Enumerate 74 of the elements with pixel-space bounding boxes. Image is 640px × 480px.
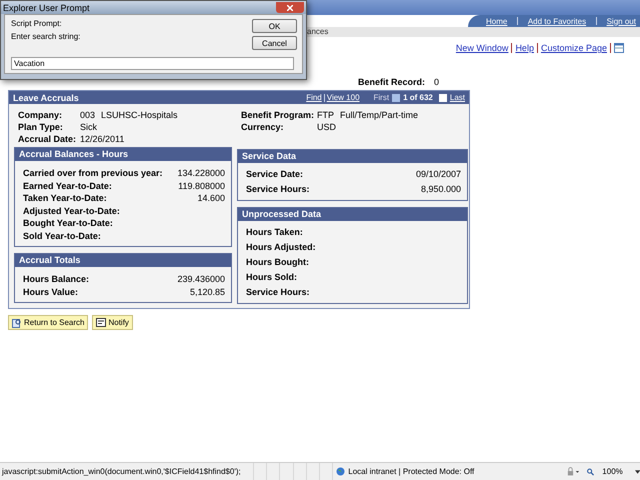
field-value: Sick <box>80 122 98 132</box>
find-link[interactable]: Find <box>306 93 322 102</box>
row-value: 119.808000 <box>178 180 225 191</box>
field-value: 003 <box>80 110 96 120</box>
row-label: Service Date: <box>246 168 304 178</box>
prompt-message: Enter search string: <box>11 32 82 43</box>
close-icon <box>287 4 293 10</box>
search-icon <box>12 318 22 328</box>
status-url: javascript:submitAction_win0(document.win0,'$ICField41$hfind$0'); <box>0 467 242 476</box>
field-value: USD <box>317 122 336 132</box>
grid-icon[interactable] <box>614 43 624 53</box>
row-value: 8,950.000 <box>420 184 461 194</box>
lock-icon[interactable] <box>567 467 580 476</box>
row-value: 134.228000 <box>177 168 225 178</box>
field-value: 0 <box>434 77 440 87</box>
action-button[interactable]: Notify <box>92 315 133 330</box>
row-label: Hours Balance: <box>23 274 90 284</box>
row-value: 5,120.85 <box>190 286 225 297</box>
zone-status: Local intranet | Protected Mode: Off <box>348 467 474 476</box>
next-icon[interactable] <box>438 94 447 102</box>
zoom-icon[interactable] <box>587 468 594 476</box>
field-value: 12/26/2011 <box>80 134 124 144</box>
section-title: Unprocessed Data <box>238 208 467 221</box>
record-position: 1 of 632 <box>403 93 433 102</box>
field-label: Plan Type: <box>18 122 64 132</box>
zoom-level[interactable]: 100% <box>602 467 623 476</box>
previous-icon[interactable] <box>392 94 400 102</box>
first-label: First <box>374 93 390 102</box>
search-field[interactable]: Vacation <box>11 57 294 70</box>
last-link[interactable]: Last <box>450 93 465 102</box>
field-label: Currency: <box>241 122 285 132</box>
row-value: 14.600 <box>197 193 225 204</box>
header-link[interactable]: Add to Favorites <box>528 16 586 26</box>
field-value: LSUHSC-Hospitals <box>101 110 178 120</box>
prompt-label: Script Prompt: <box>11 19 63 30</box>
action-button[interactable]: Return to Search <box>8 315 88 330</box>
page-link[interactable]: Customize Page <box>540 43 607 53</box>
field-label: Benefit Program: <box>241 110 316 120</box>
row-label: Hours Adjusted: <box>246 242 316 252</box>
row-label: Adjusted Year-to-Date: <box>23 206 120 216</box>
row-label: Service Hours: <box>246 184 310 194</box>
dialog-button[interactable]: OK <box>252 19 297 33</box>
row-label: Earned Year-to-Date: <box>23 180 112 191</box>
caret-icon[interactable] <box>634 470 640 474</box>
row-label: Hours Taken: <box>246 226 303 236</box>
row-label: Sold Year-to-Date: <box>23 230 101 241</box>
section-title: Accrual Totals <box>15 254 231 267</box>
view-link[interactable]: View 100 <box>326 93 360 102</box>
row-label: Hours Value: <box>23 286 78 297</box>
row-label: Hours Sold: <box>246 272 297 282</box>
field-label: Accrual Date: <box>18 134 78 144</box>
row-label: Carried over from previous year: <box>23 168 163 178</box>
field-label: Benefit Record: <box>358 77 426 87</box>
row-label: Bought Year-to-Date: <box>23 218 113 228</box>
row-value: 09/10/2007 <box>416 168 461 178</box>
field-value: FTP <box>317 110 334 120</box>
dialog-title: Explorer User Prompt <box>2 2 90 12</box>
page-link[interactable]: New Window <box>456 43 508 53</box>
section-title: Service Data <box>238 150 467 163</box>
row-label: Taken Year-to-Date: <box>23 193 107 204</box>
page-link[interactable]: Help <box>515 43 534 53</box>
dialog-button[interactable]: Cancel <box>252 36 297 50</box>
note-icon <box>96 318 106 327</box>
field-value: Full/Temp/Part-time <box>340 110 418 120</box>
panel-title: Leave Accruals <box>13 92 80 102</box>
row-label: Hours Bought: <box>246 256 309 266</box>
breadcrumb-text: ances <box>307 27 328 36</box>
section-title: Accrual Balances - Hours <box>15 148 231 161</box>
field-label: Company: <box>18 110 64 120</box>
row-label: Service Hours: <box>246 286 310 296</box>
row-value: 239.436000 <box>177 274 225 284</box>
header-link[interactable]: Sign out <box>606 16 636 26</box>
close-button[interactable] <box>276 2 304 13</box>
header-link[interactable]: Home <box>486 16 508 26</box>
